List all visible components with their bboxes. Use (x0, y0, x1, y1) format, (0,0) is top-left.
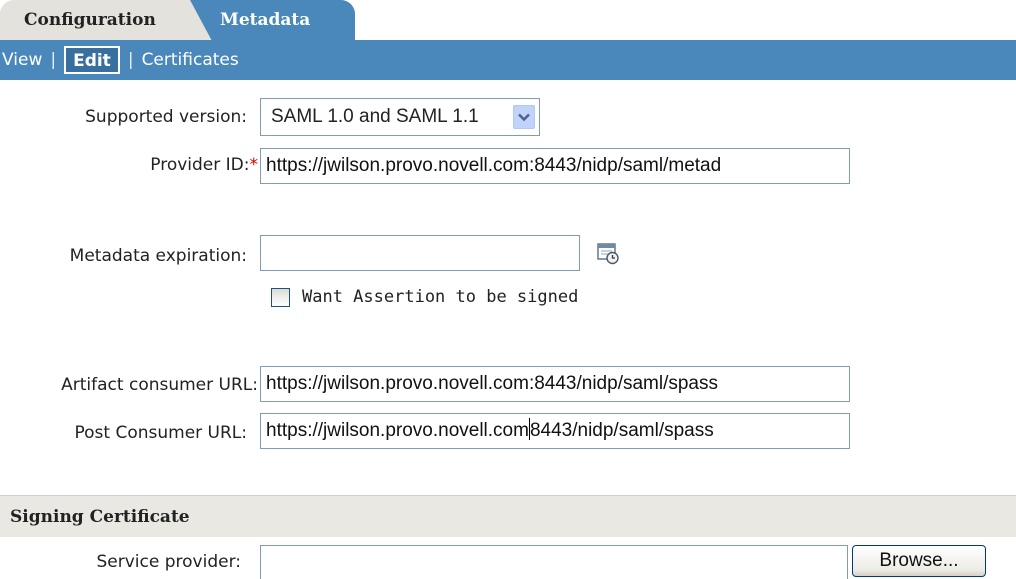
tab-metadata-label: Metadata (220, 10, 311, 30)
want-assertion-label: Want Assertion to be signed (302, 287, 579, 307)
provider-id-input[interactable]: https://jwilson.provo.novell.com:8443/ni… (260, 148, 850, 184)
separator: | (127, 50, 134, 70)
tab-configuration[interactable]: Configuration (0, 0, 215, 40)
sub-navigation-bar: View | Edit | Certificates (0, 40, 1016, 80)
post-consumer-url-value-start: https://jwilson.provo.novell.com (266, 420, 529, 441)
calendar-clock-icon[interactable] (596, 241, 620, 265)
chevron-down-icon[interactable] (513, 105, 535, 129)
post-consumer-url-value-end: 8443/nidp/saml/spass (529, 420, 714, 441)
certificates-link[interactable]: Certificates (142, 50, 239, 70)
view-link[interactable]: View (2, 50, 42, 70)
post-consumer-url-input[interactable]: https://jwilson.provo.novell.com8443/nid… (260, 413, 850, 449)
provider-id-label-text: Provider ID: (150, 155, 250, 175)
service-provider-label: Service provider: (96, 552, 242, 572)
tab-configuration-label: Configuration (24, 10, 156, 30)
artifact-consumer-url-label: Artifact consumer URL: (61, 375, 258, 395)
required-marker: * (249, 155, 259, 175)
supported-version-label: Supported version: (85, 107, 247, 127)
want-assertion-checkbox[interactable] (271, 288, 290, 307)
supported-version-select[interactable]: SAML 1.0 and SAML 1.1 (260, 98, 540, 136)
artifact-consumer-url-input[interactable]: https://jwilson.provo.novell.com:8443/ni… (260, 366, 850, 402)
tab-metadata[interactable]: Metadata (190, 0, 355, 40)
metadata-expiration-input[interactable] (260, 235, 580, 271)
post-consumer-url-label: Post Consumer URL: (74, 423, 247, 443)
browse-button[interactable]: Browse... (852, 545, 986, 577)
separator: | (50, 50, 57, 70)
section-title: Signing Certificate (10, 507, 190, 527)
service-provider-input[interactable] (260, 545, 848, 579)
supported-version-value: SAML 1.0 and SAML 1.1 (271, 106, 479, 127)
metadata-expiration-label: Metadata expiration: (69, 246, 247, 266)
provider-id-label: Provider ID:* (150, 155, 258, 175)
edit-link[interactable]: Edit (64, 46, 120, 74)
signing-certificate-section-header: Signing Certificate (0, 495, 1016, 537)
